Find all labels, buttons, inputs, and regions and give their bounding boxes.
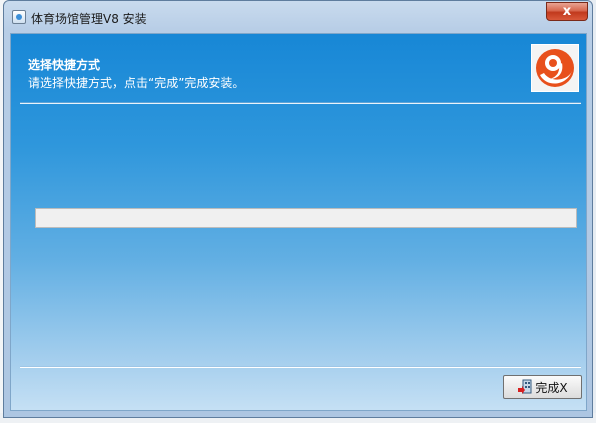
wizard-page: 选择快捷方式 请选择快捷方式，点击“完成”完成安装。 完成X — [10, 33, 587, 411]
header-divider — [20, 102, 581, 104]
title-bar[interactable]: 体育场馆管理V8 安装 x — [4, 1, 592, 33]
installer-icon — [12, 10, 26, 24]
close-icon: x — [562, 4, 572, 19]
close-button[interactable]: x — [546, 2, 588, 21]
finish-button-label: 完成X — [535, 380, 568, 395]
page-subtitle: 请选择快捷方式，点击“完成”完成安装。 — [28, 76, 245, 90]
window-title: 体育场馆管理V8 安装 — [31, 12, 147, 26]
installer-window: 体育场馆管理V8 安装 x 选择快捷方式 请选择快捷方式，点击“完成”完成安装。 — [3, 0, 593, 418]
swirl-logo-icon — [531, 44, 579, 92]
footer-divider — [20, 366, 581, 368]
page-title: 选择快捷方式 — [28, 58, 101, 72]
finish-button[interactable]: 完成X — [503, 375, 582, 399]
finish-flag-icon — [518, 379, 532, 394]
install-progress-bar — [35, 208, 577, 228]
